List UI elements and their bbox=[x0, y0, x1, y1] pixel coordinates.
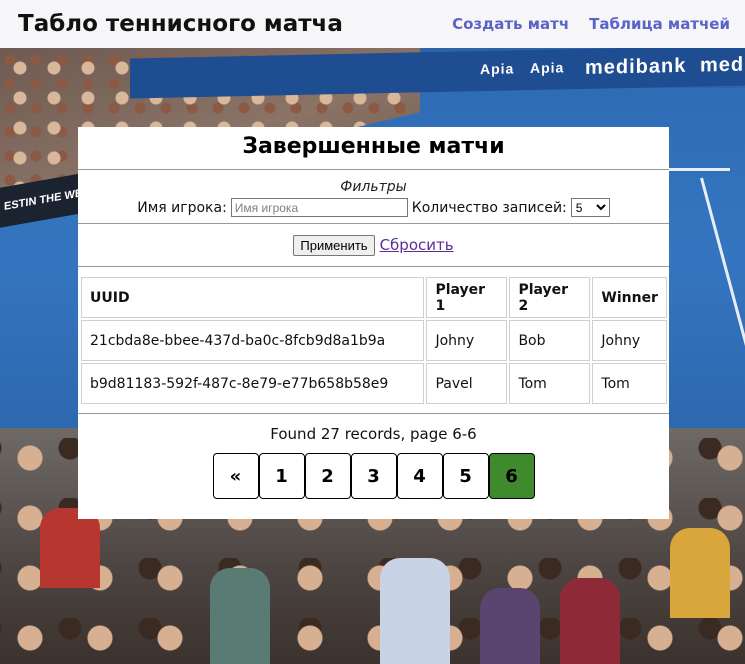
player-name-label: Имя игрока: bbox=[137, 199, 227, 216]
column-header-player2: Player 2 bbox=[509, 277, 591, 318]
filters-section: Фильтры Имя игрока: Количество записей: … bbox=[78, 170, 669, 223]
table-row: 21cbda8e-bbee-437d-ba0c-8fcb9d8a1b9a Joh… bbox=[81, 320, 667, 361]
cell-player1: Johny bbox=[426, 320, 508, 361]
main-nav: Создать матч Таблица матчей bbox=[452, 15, 730, 33]
nav-create-match-link[interactable]: Создать матч bbox=[452, 15, 569, 33]
filters-caption: Фильтры bbox=[340, 179, 407, 195]
cell-player2: Tom bbox=[509, 363, 591, 404]
page-button-5[interactable]: 5 bbox=[442, 453, 489, 499]
apply-button[interactable]: Применить bbox=[293, 234, 375, 256]
matches-table: UUID Player 1 Player 2 Winner 21cbda8e-b… bbox=[79, 275, 669, 406]
matches-panel: Завершенные матчи Фильтры Имя игрока: Ко… bbox=[78, 127, 669, 519]
cell-winner: Johny bbox=[592, 320, 667, 361]
top-header: Табло теннисного матча Создать матч Табл… bbox=[0, 0, 745, 48]
divider bbox=[78, 266, 669, 267]
column-header-winner: Winner bbox=[592, 277, 667, 318]
page-button-6-current[interactable]: 6 bbox=[488, 453, 535, 499]
side-banner-text: ESTIN THE WES bbox=[4, 185, 90, 213]
site-title: Табло теннисного матча bbox=[18, 11, 343, 37]
filter-row: Имя игрока: Количество записей: 5 bbox=[78, 198, 669, 217]
reset-link[interactable]: Сбросить bbox=[380, 236, 454, 254]
column-header-uuid: UUID bbox=[81, 277, 425, 318]
page-title: Завершенные матчи bbox=[242, 134, 505, 159]
table-header-row: UUID Player 1 Player 2 Winner bbox=[81, 277, 667, 318]
filter-actions: Применить Сбросить bbox=[78, 224, 669, 266]
column-header-player1: Player 1 bbox=[426, 277, 508, 318]
records-count-label: Количество записей: bbox=[411, 199, 567, 216]
divider bbox=[78, 413, 669, 414]
player-name-input[interactable] bbox=[230, 198, 408, 217]
page-button-1[interactable]: 1 bbox=[258, 453, 305, 499]
banner-text: Apia bbox=[480, 60, 515, 78]
cell-winner: Tom bbox=[592, 363, 667, 404]
page-prev-button[interactable]: « bbox=[212, 453, 259, 499]
records-count-select[interactable]: 5 bbox=[570, 198, 610, 217]
page-button-2[interactable]: 2 bbox=[304, 453, 351, 499]
banner-text: Apia bbox=[530, 59, 565, 77]
nav-matches-table-link[interactable]: Таблица матчей bbox=[589, 15, 730, 33]
table-row: b9d81183-592f-487c-8e79-e77b658b58e9 Pav… bbox=[81, 363, 667, 404]
cell-uuid: b9d81183-592f-487c-8e79-e77b658b58e9 bbox=[81, 363, 425, 404]
pagination: « 1 2 3 4 5 6 bbox=[78, 453, 669, 499]
cell-player2: Bob bbox=[509, 320, 591, 361]
cell-uuid: 21cbda8e-bbee-437d-ba0c-8fcb9d8a1b9a bbox=[81, 320, 425, 361]
records-summary: Found 27 records, page 6-6 bbox=[270, 425, 477, 443]
page-button-3[interactable]: 3 bbox=[350, 453, 397, 499]
cell-player1: Pavel bbox=[426, 363, 508, 404]
banner-text: medibank bbox=[585, 54, 687, 79]
banner-text: medi bbox=[700, 53, 745, 77]
page-button-4[interactable]: 4 bbox=[396, 453, 443, 499]
